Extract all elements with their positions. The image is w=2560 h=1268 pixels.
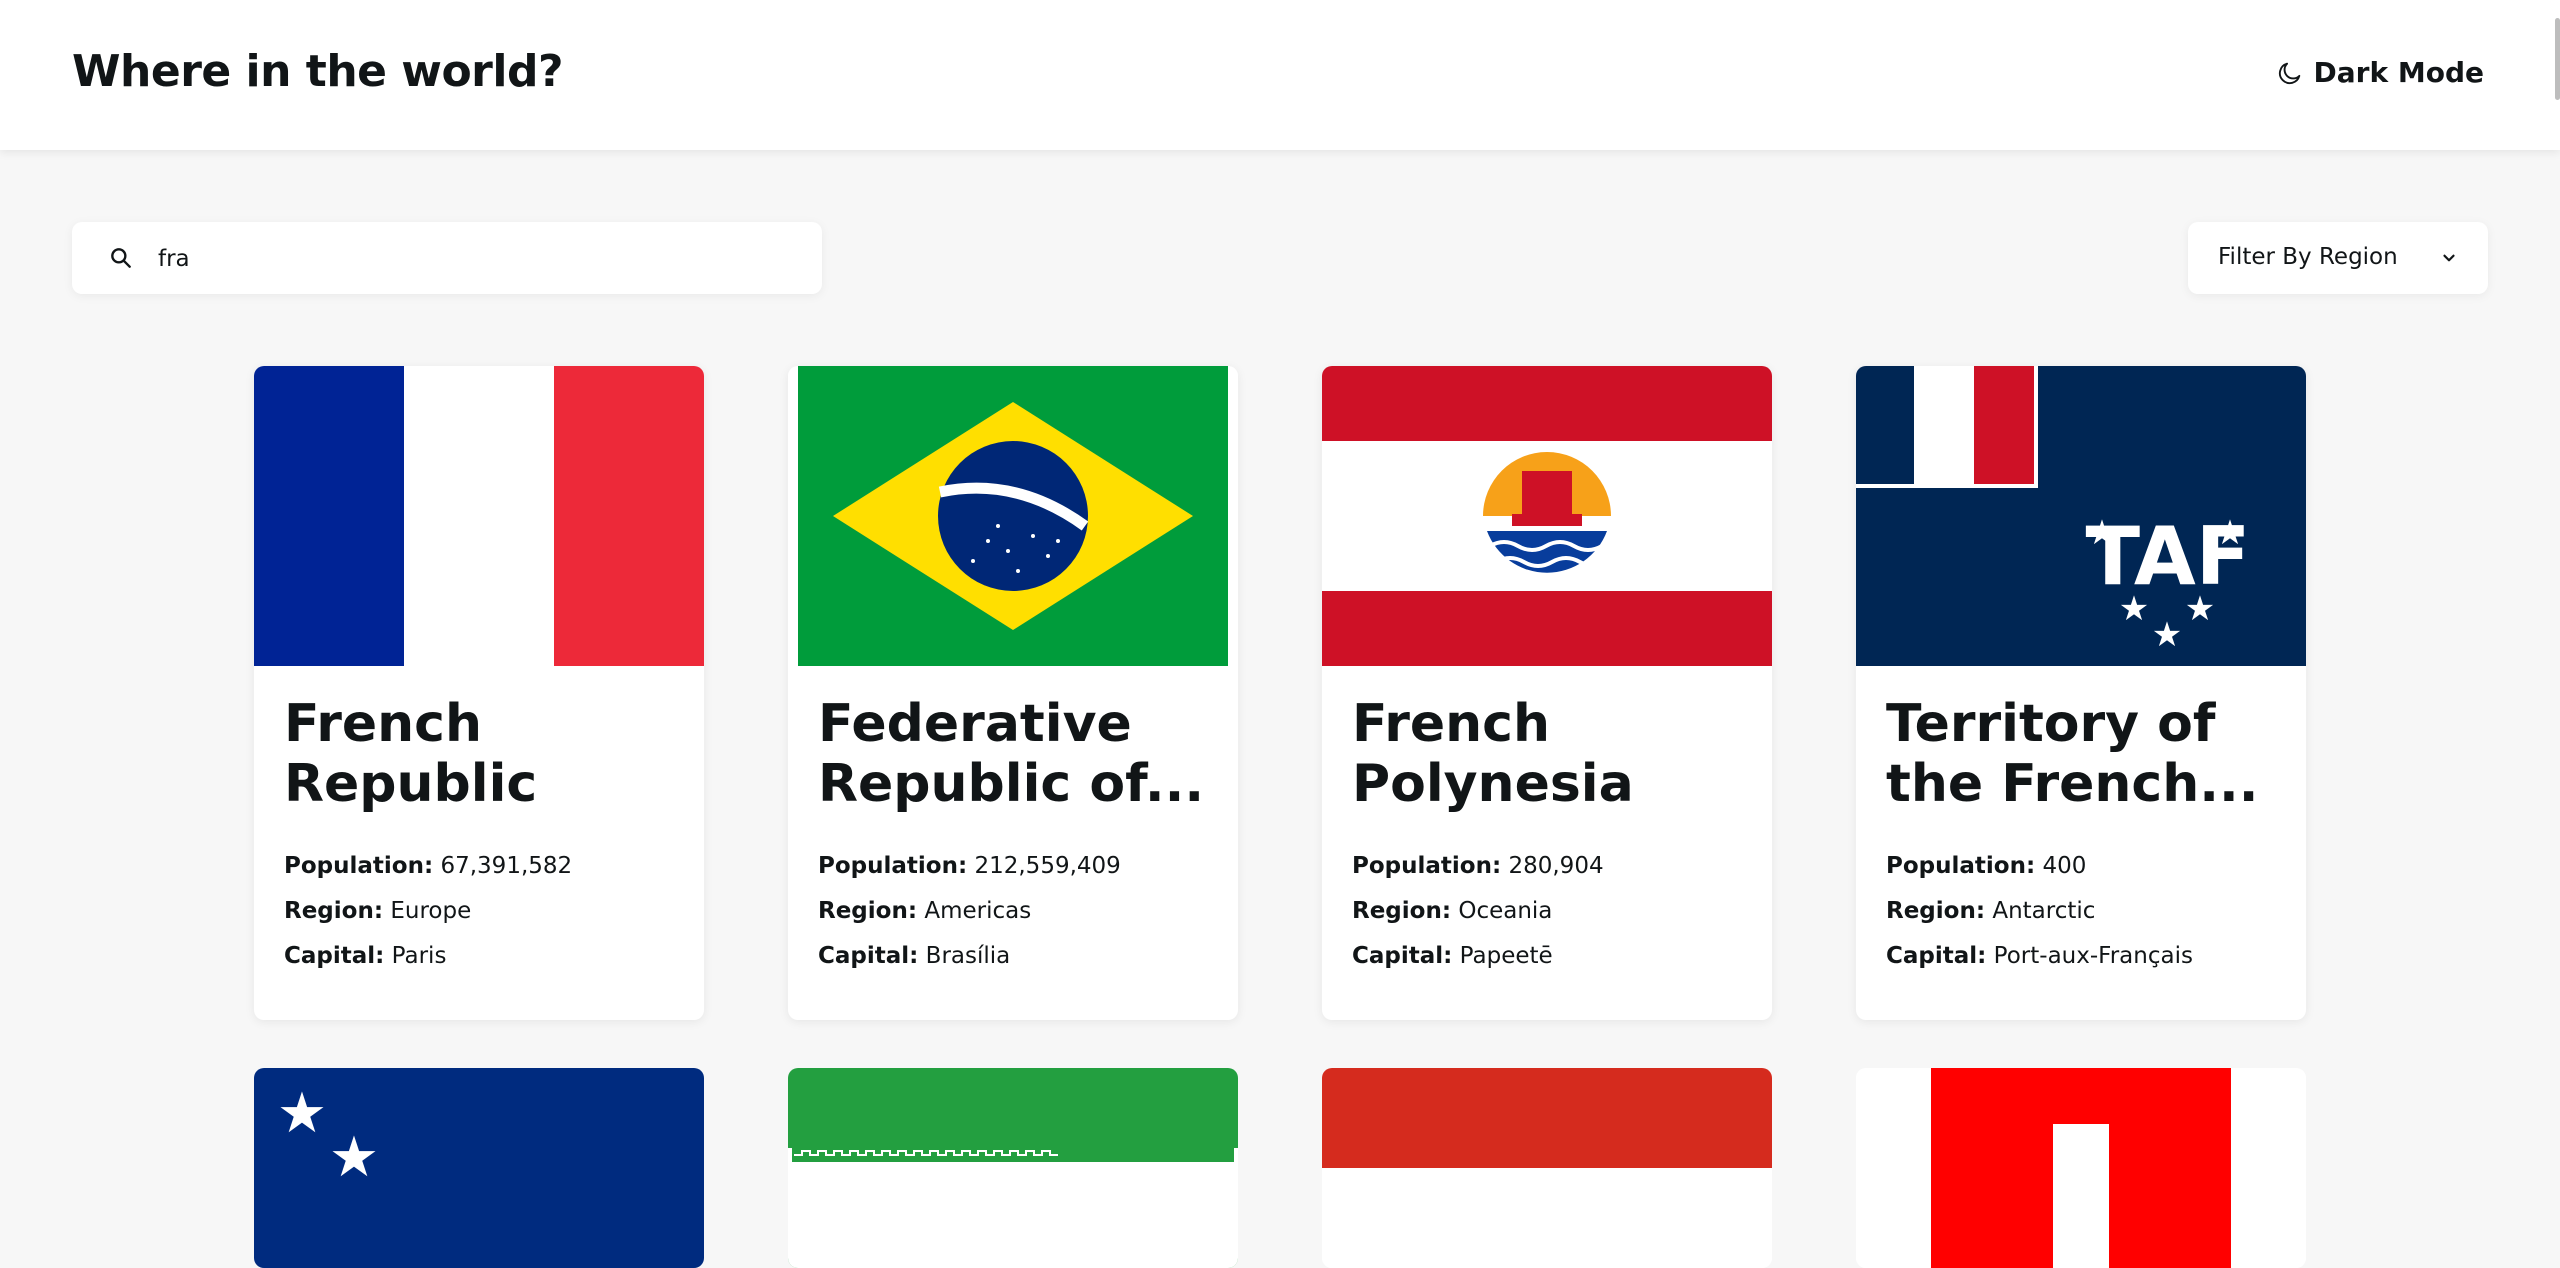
region-row: Region: Oceania: [1352, 889, 1742, 934]
svg-text:★: ★: [2152, 615, 2182, 655]
country-card-partial[interactable]: [788, 1068, 1238, 1268]
population-row: Population: 212,559,409: [818, 844, 1208, 889]
capital-row: Capital: Paris: [284, 934, 674, 979]
population-label: Population:: [1352, 853, 1502, 879]
swiss-flag: [1856, 1068, 2306, 1268]
site-header: Where in the world? Dark Mode: [0, 0, 2560, 150]
capital-row: Capital: Papeetē: [1352, 934, 1742, 979]
moon-icon: [2278, 62, 2300, 84]
brazil-flag: [788, 366, 1238, 666]
capital-row: Capital: Brasília: [818, 934, 1208, 979]
population-value: 280,904: [1508, 853, 1604, 879]
country-card-french-polynesia[interactable]: French Polynesia Population: 280,904 Reg…: [1322, 366, 1772, 1020]
region-row: Region: Americas: [818, 889, 1208, 934]
svg-text:★: ★: [2087, 513, 2117, 553]
region-filter-label: Filter By Region: [2218, 244, 2398, 270]
population-row: Population: 280,904: [1352, 844, 1742, 889]
region-row: Region: Europe: [284, 889, 674, 934]
capital-value: Paris: [391, 943, 447, 969]
population-value: 212,559,409: [974, 853, 1121, 879]
population-label: Population:: [1886, 853, 2036, 879]
french-polynesia-flag: [1322, 366, 1772, 666]
search-input[interactable]: [156, 222, 780, 296]
red-flag: [1322, 1068, 1772, 1268]
chevron-down-icon: [2443, 254, 2455, 262]
blue-star-flag: ★ ★: [254, 1068, 704, 1268]
region-value: Americas: [924, 898, 1032, 924]
country-name: Federative Republic of...: [818, 694, 1205, 814]
country-card-partial[interactable]: [1856, 1068, 2306, 1268]
population-label: Population:: [818, 853, 968, 879]
region-value: Oceania: [1458, 898, 1553, 924]
country-card-french-southern-territories[interactable]: TAF ★ ★ ★ ★ ★ Territory of the French...…: [1856, 366, 2306, 1020]
search-box: [72, 222, 822, 296]
dark-mode-label: Dark Mode: [2313, 56, 2484, 89]
region-row: Region: Antarctic: [1886, 889, 2276, 934]
search-icon: [111, 248, 131, 268]
capital-row: Capital: Port-aux-Français: [1886, 934, 2276, 979]
country-name: French Republic: [284, 694, 538, 814]
svg-text:★: ★: [2185, 589, 2215, 629]
country-card-brazil[interactable]: Federative Republic of... Population: 21…: [788, 366, 1238, 1020]
svg-text:★: ★: [2215, 513, 2245, 553]
region-value: Europe: [390, 898, 472, 924]
population-value: 400: [2042, 853, 2087, 879]
country-card-partial[interactable]: ★ ★: [254, 1068, 704, 1268]
population-label: Population:: [284, 853, 434, 879]
country-card-france[interactable]: French Republic Population: 67,391,582 R…: [254, 366, 704, 1020]
dark-mode-toggle[interactable]: Dark Mode: [2276, 56, 2484, 89]
region-filter-dropdown[interactable]: Filter By Region: [2188, 222, 2488, 294]
capital-value: Port-aux-Français: [1993, 943, 2193, 969]
population-value: 67,391,582: [440, 853, 573, 879]
capital-label: Capital:: [284, 943, 385, 969]
france-flag: [254, 366, 704, 666]
svg-text:★: ★: [329, 1125, 379, 1190]
capital-value: Brasília: [925, 943, 1011, 969]
region-label: Region:: [818, 898, 918, 924]
region-label: Region:: [1886, 898, 1986, 924]
region-label: Region:: [1352, 898, 1452, 924]
region-label: Region:: [284, 898, 384, 924]
population-row: Population: 400: [1886, 844, 2276, 889]
page-title: Where in the world?: [72, 46, 563, 97]
svg-text:★: ★: [277, 1081, 327, 1146]
country-name: Territory of the French...: [1886, 694, 2259, 814]
french-southern-territories-flag: TAF ★ ★ ★ ★ ★: [1856, 366, 2306, 666]
country-name: French Polynesia: [1352, 694, 1634, 814]
country-card-partial[interactable]: [1322, 1068, 1772, 1268]
capital-label: Capital:: [1352, 943, 1453, 969]
region-value: Antarctic: [1992, 898, 2096, 924]
capital-value: Papeetē: [1459, 943, 1553, 969]
scrollbar-thumb[interactable]: [2555, 18, 2560, 100]
svg-text:★: ★: [2119, 589, 2149, 629]
capital-label: Capital:: [1886, 943, 1987, 969]
capital-label: Capital:: [818, 943, 919, 969]
population-row: Population: 67,391,582: [284, 844, 674, 889]
green-iran-style-flag: [788, 1068, 1238, 1268]
